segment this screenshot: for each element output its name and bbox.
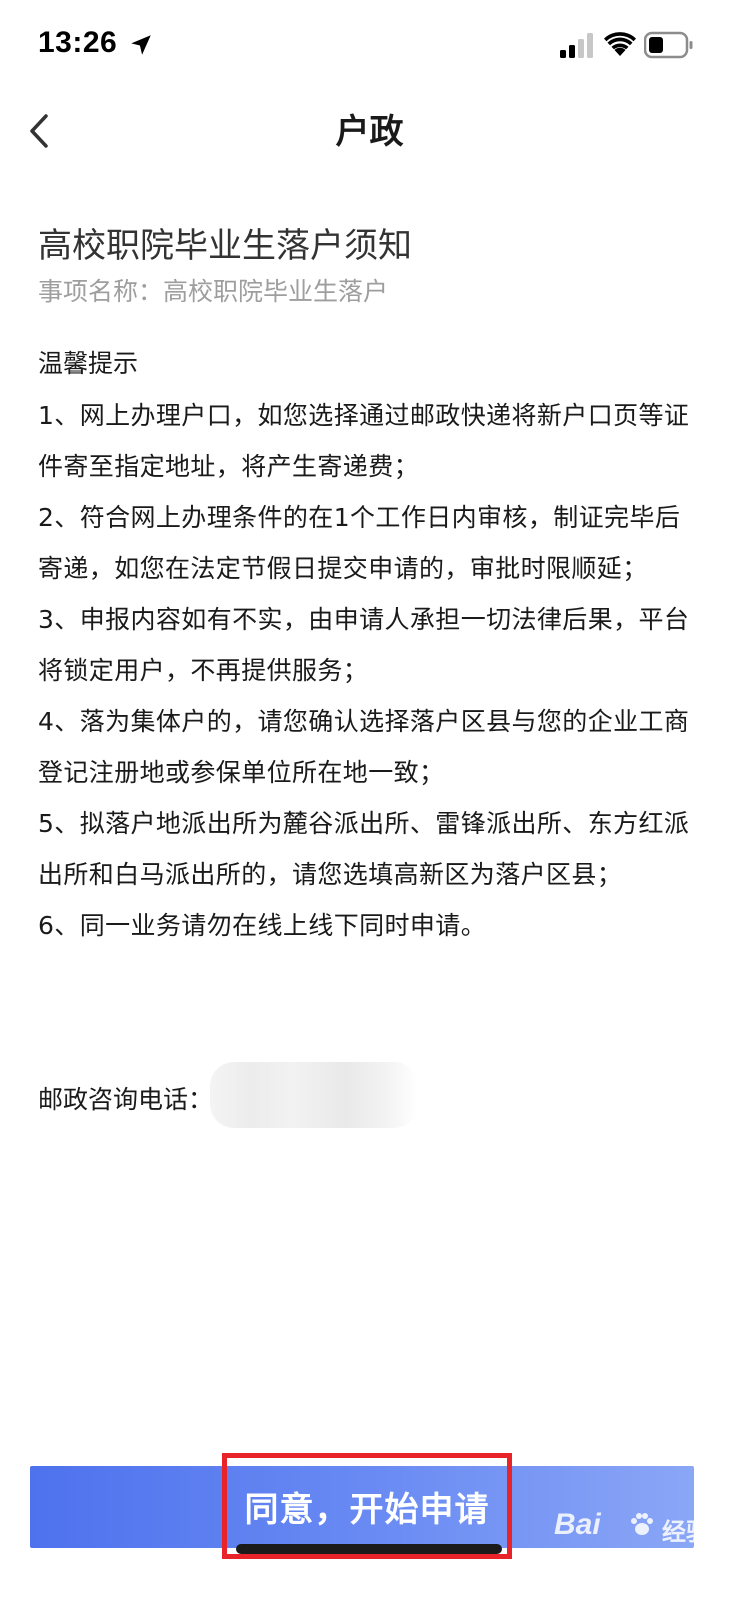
tip-item: 6、同一业务请勿在线上线下同时申请。 [38, 911, 487, 940]
nav-bar: 户政 [0, 92, 739, 168]
location-arrow-icon [131, 35, 151, 55]
item-name: 事项名称：高校职院毕业生落户 [38, 272, 388, 308]
home-indicator [236, 1544, 502, 1554]
item-name-value: 高校职院毕业生落户 [163, 277, 389, 306]
tip-item: 1、网上办理户口，如您选择通过邮政快递将新户口页等证件寄至指定地址，将产生寄递费… [38, 401, 690, 481]
contact-row: 邮政咨询电话： [38, 1062, 418, 1130]
paw-icon [631, 1513, 653, 1535]
tips-list: 1、网上办理户口，如您选择通过邮政快递将新户口页等证件寄至指定地址，将产生寄递费… [38, 390, 698, 951]
tip-item: 3、申报内容如有不实，由申请人承担一切法律后果，平台将锁定用户，不再提供服务； [38, 605, 690, 685]
page-title: 户政 [335, 112, 404, 152]
watermark-text: 经验 [662, 1518, 710, 1546]
tip-item: 2、符合网上办理条件的在1个工作日内审核，制证完毕后寄递，如您在法定节假日提交申… [38, 503, 681, 583]
item-name-label: 事项名称： [38, 277, 164, 306]
contact-label: 邮政咨询电话： [38, 1085, 214, 1114]
status-bar: 13:26 [0, 0, 739, 92]
notice-title: 高校职院毕业生落户须知 [38, 226, 412, 266]
watermark-sub: jingyan.baidu.com [620, 1546, 725, 1561]
status-time: 13:26 [38, 26, 118, 59]
tip-item: 5、拟落户地派出所为麓谷派出所、雷锋派出所、东方红派出所和白马派出所的，请您选填… [38, 809, 690, 889]
wifi-icon [604, 32, 636, 56]
baidu-watermark: Bai 经验 jingyan.baidu.com [554, 1506, 734, 1566]
tips-heading: 温馨提示 [38, 349, 139, 378]
watermark-brand: Bai [554, 1508, 601, 1541]
agree-start-label: 同意，开始申请 [244, 1489, 490, 1530]
signal-icon [560, 33, 593, 58]
battery-icon [644, 31, 693, 59]
tip-item: 4、落为集体户的，请您确认选择落户区县与您的企业工商登记注册地或参保单位所在地一… [38, 707, 690, 787]
contact-phone-redacted [210, 1062, 418, 1128]
